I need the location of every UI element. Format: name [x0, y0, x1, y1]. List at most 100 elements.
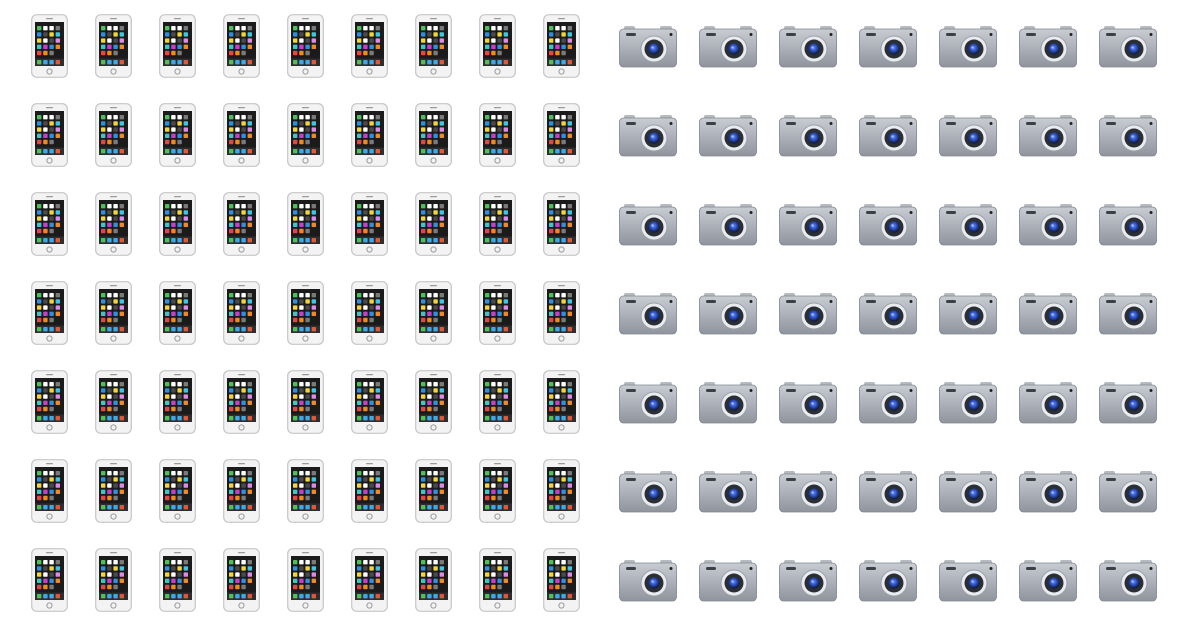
camera-icon [619, 25, 677, 68]
mobile-phone-icon [31, 281, 68, 345]
camera-icon [1099, 25, 1157, 68]
mobile-phone-icon [223, 459, 260, 523]
camera-icon [1019, 381, 1077, 424]
camera-icon [1019, 114, 1077, 157]
mobile-phone-icon [31, 370, 68, 434]
mobile-phone-icon [479, 103, 516, 167]
mobile-phone-icon [479, 548, 516, 612]
mobile-phone-icon [415, 281, 452, 345]
mobile-phone-icon [415, 459, 452, 523]
mobile-phone-icon [95, 103, 132, 167]
camera-icon [779, 25, 837, 68]
camera-icon [1019, 25, 1077, 68]
camera-icon [699, 292, 757, 335]
mobile-phone-icon [543, 103, 580, 167]
camera-icon [939, 203, 997, 246]
mobile-phone-icon [351, 548, 388, 612]
camera-icon [859, 203, 917, 246]
camera-icon [939, 114, 997, 157]
mobile-phone-icon [287, 459, 324, 523]
mobile-phone-icon [159, 192, 196, 256]
camera-icon [699, 25, 757, 68]
mobile-phone-icon [543, 370, 580, 434]
mobile-phone-icon [95, 281, 132, 345]
camera-icon [859, 381, 917, 424]
mobile-phone-icon [31, 14, 68, 78]
mobile-phone-icon [159, 459, 196, 523]
mobile-phone-icon [479, 459, 516, 523]
camera-icon [779, 203, 837, 246]
mobile-phone-icon [479, 192, 516, 256]
camera-icon [939, 470, 997, 513]
mobile-phone-icon [287, 103, 324, 167]
mobile-phone-icon [543, 459, 580, 523]
camera-icon [939, 25, 997, 68]
camera-icon [1099, 470, 1157, 513]
mobile-phone-icon [31, 192, 68, 256]
mobile-phone-icon [31, 459, 68, 523]
mobile-phone-icon [159, 14, 196, 78]
camera-icon [1019, 559, 1077, 602]
mobile-phone-icon [287, 14, 324, 78]
camera-icon [859, 25, 917, 68]
mobile-phone-icon [223, 192, 260, 256]
mobile-phone-icon [223, 103, 260, 167]
mobile-phone-icon [287, 370, 324, 434]
camera-icon [1099, 381, 1157, 424]
camera-icon [619, 559, 677, 602]
camera-icon [1099, 292, 1157, 335]
camera-icon [699, 470, 757, 513]
camera-icon [1019, 292, 1077, 335]
mobile-phone-icon [351, 192, 388, 256]
mobile-phone-icon [287, 281, 324, 345]
camera-icon [699, 559, 757, 602]
mobile-phone-icon [351, 281, 388, 345]
camera-icon [619, 114, 677, 157]
camera-icon [619, 470, 677, 513]
mobile-phone-icon [479, 281, 516, 345]
camera-icon [779, 292, 837, 335]
mobile-phone-icon [351, 459, 388, 523]
camera-icon [1099, 559, 1157, 602]
mobile-phone-icon [95, 548, 132, 612]
camera-icon [779, 470, 837, 513]
mobile-phone-icon [95, 370, 132, 434]
camera-icon [939, 381, 997, 424]
mobile-phone-icon [415, 370, 452, 434]
camera-icon [699, 381, 757, 424]
mobile-phone-icon [159, 370, 196, 434]
mobile-phone-icon [351, 370, 388, 434]
mobile-phone-icon [543, 14, 580, 78]
camera-icon [859, 470, 917, 513]
mobile-phone-icon [31, 548, 68, 612]
camera-icon [859, 114, 917, 157]
mobile-phone-icon [95, 459, 132, 523]
camera-icon [779, 114, 837, 157]
mobile-phone-icon [415, 548, 452, 612]
camera-icon [779, 559, 837, 602]
camera-icon [939, 559, 997, 602]
mobile-phone-icon [95, 14, 132, 78]
mobile-phone-icon [31, 103, 68, 167]
camera-icon [699, 203, 757, 246]
camera-icon [619, 381, 677, 424]
camera-icon [1099, 203, 1157, 246]
mobile-phone-icon [543, 281, 580, 345]
mobile-phone-icon [543, 192, 580, 256]
camera-icon [619, 203, 677, 246]
mobile-phone-icon [543, 548, 580, 612]
mobile-phone-icon [415, 192, 452, 256]
mobile-phone-icon [223, 548, 260, 612]
camera-icon [1019, 470, 1077, 513]
mobile-phone-icon [95, 192, 132, 256]
mobile-phone-icon [223, 370, 260, 434]
mobile-phone-icon [287, 192, 324, 256]
mobile-phone-icon [351, 14, 388, 78]
mobile-phone-icon [479, 14, 516, 78]
mobile-phone-icon [159, 103, 196, 167]
camera-icon [939, 292, 997, 335]
camera-icon [699, 114, 757, 157]
mobile-phone-icon [479, 370, 516, 434]
mobile-phone-icon [159, 548, 196, 612]
mobile-phone-icon [287, 548, 324, 612]
